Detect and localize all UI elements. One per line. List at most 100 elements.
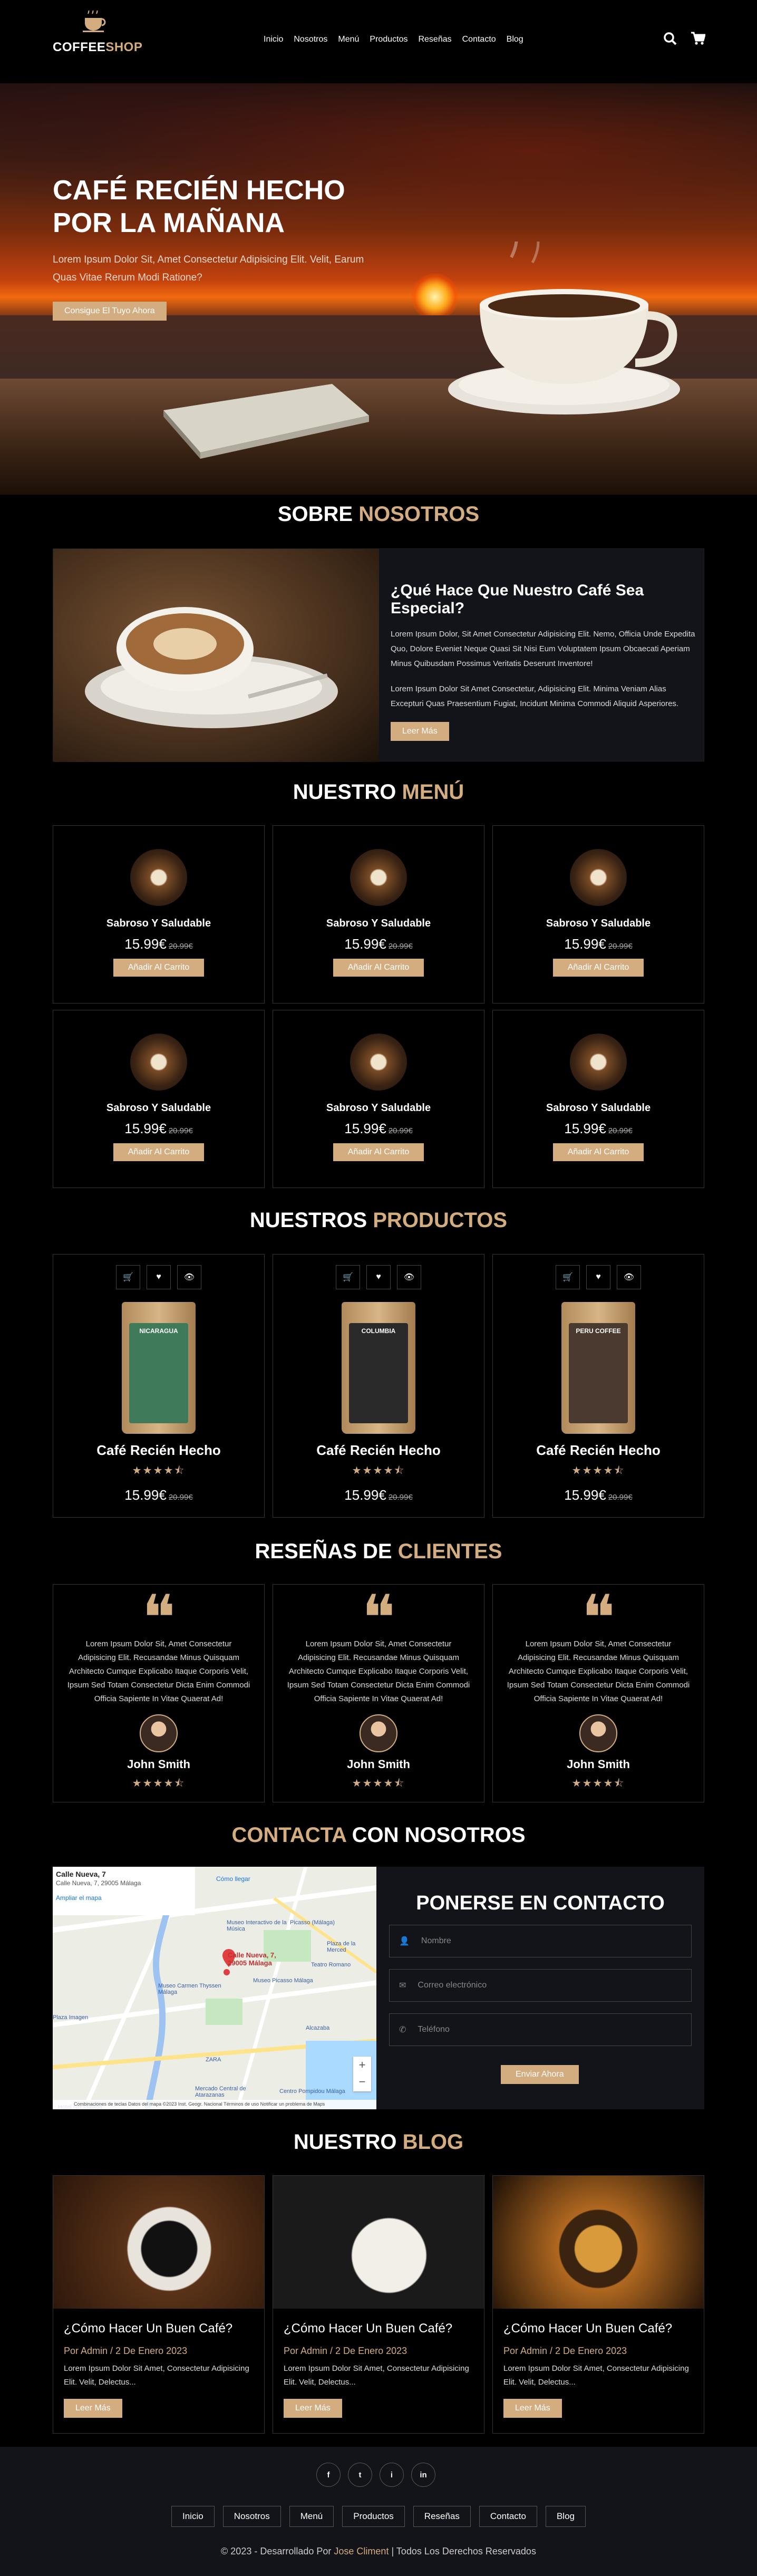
blog-post-meta: Por Admin / 2 De Enero 2023 [503, 2346, 627, 2356]
map-place-label: Picasso (Málaga) [290, 1919, 335, 1926]
logo[interactable]: COFFEESHOP [53, 8, 142, 55]
about-text: ¿Qué Hace Que Nuestro Café Sea Especial?… [391, 582, 696, 741]
map-embed[interactable]: Calle Nueva, 7 Calle Nueva, 7, 29005 Mál… [53, 1867, 376, 2109]
add-to-cart-button[interactable]: Añadir Al Carrito [113, 959, 205, 977]
products-title: NUESTROS PRODUCTOS [249, 1209, 508, 1232]
heart-icon[interactable]: ♥ [147, 1265, 171, 1289]
zoom-in-icon[interactable]: + [353, 2057, 371, 2073]
about-coffee-image [53, 549, 379, 762]
blog-coffee-image [273, 2176, 484, 2309]
map-zoom-controls[interactable]: + − [353, 2057, 371, 2091]
rating-stars: ★★★★⯪ [571, 1778, 625, 1789]
hero-section: CAFÉ RECIÉN HECHO POR LA MAÑANA Lorem Ip… [0, 83, 757, 495]
email-placeholder: Correo electrónico [418, 1981, 487, 1990]
map-place-label: ZARA [206, 2057, 221, 2063]
blog-post-excerpt: Lorem Ipsum Dolor Sit Amet, Consectetur … [503, 2364, 689, 2387]
nav-menu[interactable]: Menú [338, 35, 359, 44]
linkedin-icon[interactable]: in [411, 2463, 435, 2487]
nav-resenas[interactable]: Reseñas [418, 35, 451, 44]
facebook-icon[interactable]: f [316, 2463, 341, 2487]
menu-item-name: Sabroso Y Saludable [106, 918, 211, 929]
add-to-cart-button[interactable]: Añadir Al Carrito [333, 959, 424, 977]
read-more-button[interactable]: Leer Más [284, 2399, 342, 2418]
map-place-label: Teatro Romano [311, 1962, 351, 1968]
nav-productos[interactable]: Productos [370, 35, 407, 44]
coffee-cup-image [570, 1034, 627, 1091]
blog-post-title[interactable]: ¿Cómo Hacer Un Buen Café? [284, 2321, 473, 2336]
rating-stars: ★★★★⯪ [352, 1778, 405, 1789]
add-to-cart-button[interactable]: Añadir Al Carrito [552, 1143, 644, 1161]
menu-card: Sabroso Y Saludable 15.99€ 20.99€ Añadir Al… [53, 825, 265, 1004]
add-to-cart-button[interactable]: Añadir Al Carrito [333, 1143, 424, 1161]
map-place-label: Mercado Central de Atarazanas [195, 2086, 246, 2098]
blog-post-title[interactable]: ¿Cómo Hacer Un Buen Café? [64, 2321, 254, 2336]
read-more-button[interactable]: Leer Más [503, 2399, 562, 2418]
cart-icon[interactable]: 🛒 [116, 1265, 140, 1289]
phone-field[interactable]: ✆ Teléfono [389, 2013, 692, 2046]
add-to-cart-button[interactable]: Añadir Al Carrito [113, 1143, 205, 1161]
cart-icon[interactable]: 🛒 [556, 1265, 580, 1289]
cart-icon[interactable]: 🛒 [336, 1265, 360, 1289]
coffee-cup-image [570, 849, 627, 906]
review-card: ❝ Lorem Ipsum Dolor Sit, Amet Consectetur… [273, 1584, 484, 1802]
old-price: 20.99€ [608, 1126, 633, 1135]
map-directions-link[interactable]: Cómo llegar [216, 1875, 250, 1883]
about-read-more-button[interactable]: Leer Más [391, 722, 449, 741]
footer-nav-link[interactable]: Blog [545, 2506, 586, 2527]
read-more-button[interactable]: Leer Más [64, 2399, 122, 2418]
menu-card: Sabroso Y Saludable 15.99€ 20.99€ Añadir Al… [273, 825, 484, 1004]
eye-icon[interactable]: 👁 [177, 1265, 201, 1289]
product-price: 15.99€ 20.99€ [564, 1487, 633, 1503]
footer-nav-link[interactable]: Reseñas [413, 2506, 471, 2527]
quote-icon: ❝ [361, 1584, 396, 1654]
twitter-icon[interactable]: t [348, 2463, 372, 2487]
product-price: 15.99€ 20.99€ [124, 1487, 193, 1503]
quote-icon: ❝ [581, 1584, 616, 1654]
review-card: ❝ Lorem Ipsum Dolor Sit, Amet Consectetur… [492, 1584, 704, 1802]
contact-form: PONERSE EN CONTACTO 👤 Nombre ✉ Correo elec… [376, 1867, 704, 2109]
heart-icon[interactable]: ♥ [586, 1265, 610, 1289]
hero-cta-button[interactable]: Consigue El Tuyo Ahora [53, 302, 167, 321]
old-price: 20.99€ [608, 942, 633, 951]
about-heading: ¿Qué Hace Que Nuestro Café Sea Especial? [391, 582, 644, 617]
blog-post-title[interactable]: ¿Cómo Hacer Un Buen Café? [503, 2321, 693, 2336]
footer-nav-link[interactable]: Menú [289, 2506, 334, 2527]
cart-icon[interactable] [691, 32, 706, 48]
footer-nav-link[interactable]: Productos [342, 2506, 405, 2527]
product-price: 15.99€ 20.99€ [344, 1487, 413, 1503]
send-button[interactable]: Enviar Ahora [501, 2065, 579, 2084]
add-to-cart-button[interactable]: Añadir Al Carrito [552, 959, 644, 977]
nav-blog[interactable]: Blog [507, 35, 523, 44]
old-price: 20.99€ [168, 1493, 193, 1502]
heart-icon[interactable]: ♥ [366, 1265, 391, 1289]
footer-nav-link[interactable]: Nosotros [222, 2506, 281, 2527]
eye-icon[interactable]: 👁 [397, 1265, 421, 1289]
map-larger-link[interactable]: Ampliar el mapa [56, 1894, 193, 1902]
footer-nav: Inicio Nosotros Menú Productos Reseñas Contac… [0, 2506, 757, 2527]
coffee-cup-image [350, 849, 407, 906]
blog-post-excerpt: Lorem Ipsum Dolor Sit Amet, Consectetur … [284, 2364, 469, 2387]
nav-contacto[interactable]: Contacto [462, 35, 496, 44]
zoom-out-icon[interactable]: − [353, 2073, 371, 2090]
product-card: 🛒 ♥ 👁 COLUMBIA Café Recién Hecho ★★★★⯪ 15.99€ 2… [273, 1254, 484, 1518]
instagram-icon[interactable]: i [380, 2463, 404, 2487]
name-field[interactable]: 👤 Nombre [389, 1925, 692, 1957]
email-field[interactable]: ✉ Correo electrónico [389, 1969, 692, 2002]
old-price: 20.99€ [168, 1126, 193, 1135]
footer-nav-link[interactable]: Inicio [171, 2506, 215, 2527]
author-link[interactable]: Jose Climent [334, 2546, 389, 2556]
nav-inicio[interactable]: Inicio [264, 35, 283, 44]
old-price: 20.99€ [608, 1493, 633, 1502]
phone-icon: ✆ [399, 2025, 406, 2034]
old-price: 20.99€ [388, 1126, 413, 1135]
eye-icon[interactable]: 👁 [617, 1265, 641, 1289]
menu-card: Sabroso Y Saludable 15.99€ 20.99€ Añadir Al… [492, 1010, 704, 1188]
nav-nosotros[interactable]: Nosotros [294, 35, 327, 44]
search-icon[interactable] [663, 32, 677, 48]
quote-icon: ❝ [141, 1584, 176, 1654]
footer-nav-link[interactable]: Contacto [479, 2506, 537, 2527]
menu-item-name: Sabroso Y Saludable [326, 918, 431, 929]
bag-label: COLUMBIA [361, 1327, 396, 1335]
blog-coffee-image [53, 2176, 264, 2309]
user-icon: 👤 [399, 1937, 410, 1946]
